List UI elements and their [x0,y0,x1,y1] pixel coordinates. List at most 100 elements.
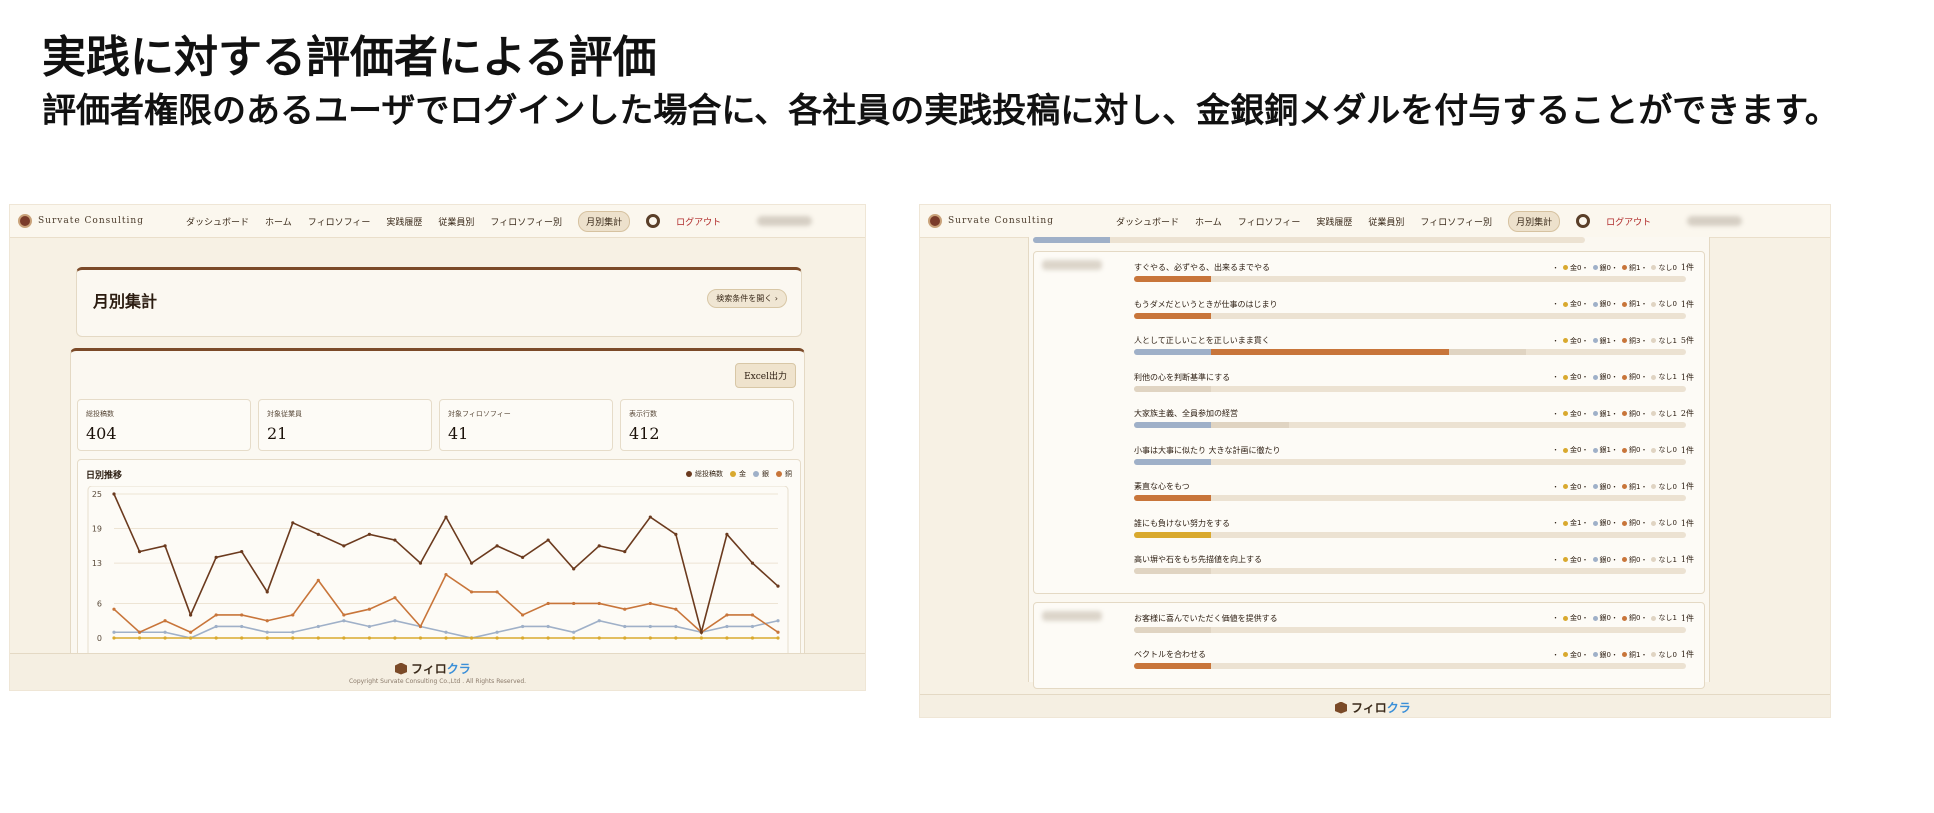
series-gold-point[interactable] [214,636,218,640]
series-silver-point[interactable] [546,624,550,629]
series-bronze-point[interactable] [137,630,142,634]
logout-link[interactable]: ログアウト [1606,215,1651,228]
series-silver-point[interactable] [367,624,371,629]
series-bronze-point[interactable] [393,596,397,600]
series-total-point[interactable] [776,584,780,588]
series-bronze-point[interactable] [495,590,499,594]
practice-row[interactable]: 利他の心を判断基準にする ・金0 ・銀0 ・銅0 ・なし1 1件 [1134,368,1694,398]
series-bronze-point[interactable] [367,607,371,611]
series-bronze-point[interactable] [776,630,780,634]
series-bronze-point[interactable] [342,613,346,617]
nav-monthly[interactable]: 月別集計 [1508,210,1561,232]
series-bronze-point[interactable] [163,619,167,623]
series-bronze-point[interactable] [444,573,448,577]
series-bronze-point[interactable] [240,613,244,617]
nav-by-philosophy[interactable]: フィロソフィー別 [1420,215,1492,228]
series-silver-point[interactable] [521,624,525,629]
practice-row[interactable]: ベクトルを合わせる ・金0 ・銀0 ・銅1 ・なし0 1件 [1134,645,1694,675]
nav-practice-history[interactable]: 実践履歴 [1316,215,1352,228]
series-gold-point[interactable] [163,636,167,640]
series-silver-point[interactable] [572,630,576,634]
series-bronze-point[interactable] [623,607,627,611]
series-gold-point[interactable] [137,636,142,640]
series-total-point[interactable] [316,532,320,536]
series-gold-point[interactable] [112,636,116,640]
practice-row[interactable]: 大家族主義、全員参加の経営 ・金0 ・銀1 ・銅0 ・なし1 2件 [1134,404,1694,434]
series-total-point[interactable] [750,561,755,565]
series-silver-point[interactable] [597,619,601,623]
series-total-point[interactable] [521,555,525,559]
series-gold-point[interactable] [418,636,423,640]
series-gold-point[interactable] [469,636,474,640]
nav-philosophy[interactable]: フィロソフィー [1238,215,1301,228]
series-total-point[interactable] [546,538,550,542]
series-bronze-point[interactable] [750,613,755,617]
series-gold-point[interactable] [776,636,780,640]
brand[interactable]: Survate Consulting [928,214,1078,228]
series-bronze-point[interactable] [418,624,423,629]
gear-icon[interactable] [646,214,661,228]
nav-monthly[interactable]: 月別集計 [578,210,631,232]
series-gold-point[interactable] [393,636,397,640]
series-bronze-point[interactable] [189,630,193,634]
series-silver-point[interactable] [495,630,499,634]
series-gold-point[interactable] [367,636,371,640]
series-gold-point[interactable] [648,636,652,640]
series-gold-point[interactable] [495,636,499,640]
brand[interactable]: Survate Consulting [18,214,168,228]
series-bronze-point[interactable] [648,601,652,606]
excel-export-button[interactable]: Excel出力 [735,363,796,388]
series-silver-point[interactable] [648,624,652,629]
series-gold-point[interactable] [546,636,550,640]
series-silver-point[interactable] [112,630,116,634]
series-total-point[interactable] [674,532,678,536]
user-avatar[interactable] [757,216,813,226]
series-bronze-point[interactable] [546,601,550,606]
series-bronze-point[interactable] [674,607,678,611]
series-bronze-point[interactable] [597,601,601,606]
series-gold-point[interactable] [316,636,320,640]
series-total-point[interactable] [137,550,142,554]
series-silver-point[interactable] [291,630,295,634]
series-gold-point[interactable] [623,636,627,640]
series-silver-point[interactable] [623,624,627,629]
series-total-point[interactable] [699,630,703,634]
nav-philosophy[interactable]: フィロソフィー [308,215,371,228]
series-silver-point[interactable] [163,630,167,634]
series-total-point[interactable] [572,567,576,571]
series-total-point[interactable] [495,544,499,548]
series-gold-point[interactable] [750,636,755,640]
series-gold-point[interactable] [699,636,703,640]
series-total-point[interactable] [725,532,729,536]
practice-row[interactable]: 素直な心をもつ ・金0 ・銀0 ・銅1 ・なし0 1件 [1134,477,1694,507]
series-gold-point[interactable] [521,636,525,640]
logout-link[interactable]: ログアウト [676,215,721,228]
nav-dashboard[interactable]: ダッシュボード [1116,215,1179,228]
series-total-point[interactable] [240,550,244,554]
series-gold-point[interactable] [674,636,678,640]
nav-by-employee[interactable]: 従業員別 [1368,215,1404,228]
nav-practice-history[interactable]: 実践履歴 [386,215,422,228]
series-total-point[interactable] [214,555,218,559]
series-total-point[interactable] [163,544,167,548]
series-total-point[interactable] [291,521,295,525]
series-silver-point[interactable] [316,624,320,629]
practice-row[interactable]: 誰にも負けない努力をする ・金1 ・銀0 ・銅0 ・なし0 1件 [1134,514,1694,544]
practice-row[interactable]: もうダメだというときが仕事のはじまり ・金0 ・銀0 ・銅1 ・なし0 1件 [1134,295,1694,325]
series-silver-point[interactable] [444,630,448,634]
series-gold-point[interactable] [597,636,601,640]
series-silver-point[interactable] [776,619,780,623]
series-gold-point[interactable] [444,636,448,640]
series-total-point[interactable] [189,613,193,617]
series-gold-point[interactable] [291,636,295,640]
series-total-point[interactable] [597,544,601,548]
nav-dashboard[interactable]: ダッシュボード [186,215,249,228]
series-bronze-point[interactable] [725,613,729,617]
series-gold-point[interactable] [572,636,576,640]
series-bronze-point[interactable] [112,607,116,611]
series-gold-point[interactable] [189,636,193,640]
series-silver-point[interactable] [750,624,755,629]
series-total-point[interactable] [112,492,116,496]
series-bronze-point[interactable] [214,613,218,617]
series-total-point[interactable] [648,515,652,519]
